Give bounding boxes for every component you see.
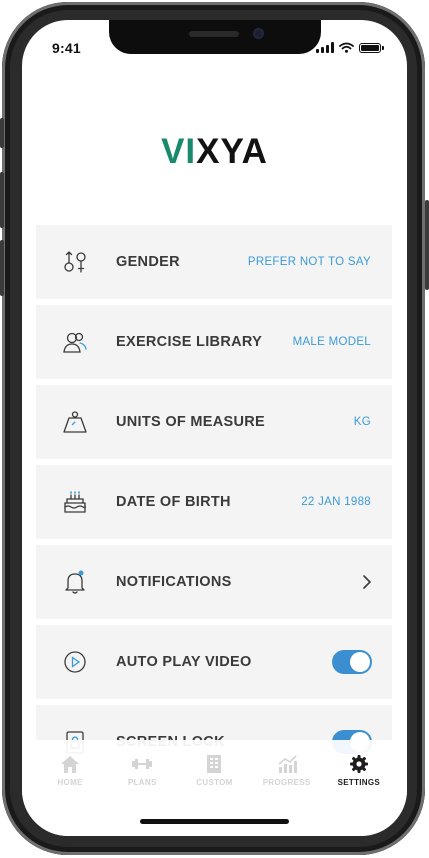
users-icon [63, 332, 87, 353]
tab-label: HOME [57, 778, 83, 787]
setting-value: PREFER NOT TO SAY [247, 256, 371, 268]
toggle-knob [350, 652, 370, 672]
front-camera [253, 28, 264, 39]
home-indicator [140, 819, 289, 824]
tab-plans[interactable]: PLANS [112, 754, 172, 787]
tab-label: SETTINGS [337, 778, 381, 787]
setting-value: 22 JAN 1988 [301, 496, 371, 508]
phone-volume-down [0, 240, 4, 296]
status-icons [316, 42, 384, 53]
setting-row-date-of-birth[interactable]: DATE OF BIRTH 22 JAN 1988 [36, 465, 392, 539]
setting-label: GENDER [116, 254, 180, 270]
setting-row-auto-play-video: AUTO PLAY VIDEO [36, 625, 392, 699]
tab-settings[interactable]: SETTINGS [329, 754, 389, 787]
chart-icon [278, 755, 297, 773]
tab-home[interactable]: HOME [40, 754, 100, 787]
logo-rest: XYA [196, 132, 268, 171]
setting-row-exercise-library[interactable]: EXERCISE LIBRARY MALE MODEL [36, 305, 392, 379]
building-icon [207, 755, 222, 773]
setting-label: AUTO PLAY VIDEO [116, 654, 252, 670]
auto-play-video-toggle[interactable] [332, 650, 372, 674]
tab-progress[interactable]: PROGRESS [257, 754, 317, 787]
setting-label: NOTIFICATIONS [116, 574, 232, 590]
tab-label: PROGRESS [262, 778, 311, 787]
battery-icon [359, 42, 384, 53]
play-circle-icon [64, 651, 86, 673]
tab-label: PLANS [127, 778, 157, 787]
setting-label: EXERCISE LIBRARY [116, 334, 263, 350]
tab-label: CUSTOM [196, 778, 233, 787]
notch [109, 20, 321, 54]
settings-list: GENDER PREFER NOT TO SAY EXERCISE LIBRAR… [36, 225, 392, 785]
setting-row-notifications[interactable]: NOTIFICATIONS [36, 545, 392, 619]
gender-icon [64, 251, 86, 273]
bell-icon [65, 570, 85, 594]
weight-icon [63, 411, 87, 433]
tab-custom[interactable]: CUSTOM [184, 754, 244, 787]
setting-value: MALE MODEL [292, 336, 371, 348]
app-screen: 9:41 VIXYA GENDER PREFER NOT TO SAY EXER… [22, 20, 407, 836]
home-icon [61, 756, 80, 773]
dumbbell-icon [132, 759, 153, 769]
logo-accent: VI [161, 132, 197, 171]
phone-power-button [425, 200, 429, 290]
cake-icon [64, 491, 86, 513]
brand-logo: VIXYA [22, 132, 407, 172]
setting-label: DATE OF BIRTH [116, 494, 231, 510]
wifi-icon [339, 42, 354, 53]
chevron-right-icon [363, 575, 372, 589]
tab-bar: HOME PLANS CUSTOM PROGRESS SETTINGS [22, 740, 407, 836]
setting-row-gender[interactable]: GENDER PREFER NOT TO SAY [36, 225, 392, 299]
phone-volume-up [0, 172, 4, 228]
gear-icon [349, 755, 368, 773]
setting-label: UNITS OF MEASURE [116, 414, 265, 430]
speaker-grille [189, 31, 239, 37]
signal-icon [316, 42, 334, 53]
phone-mute-switch [0, 118, 4, 148]
setting-value: KG [353, 416, 371, 428]
setting-row-units-of-measure[interactable]: UNITS OF MEASURE KG [36, 385, 392, 459]
status-time: 9:41 [52, 40, 81, 56]
